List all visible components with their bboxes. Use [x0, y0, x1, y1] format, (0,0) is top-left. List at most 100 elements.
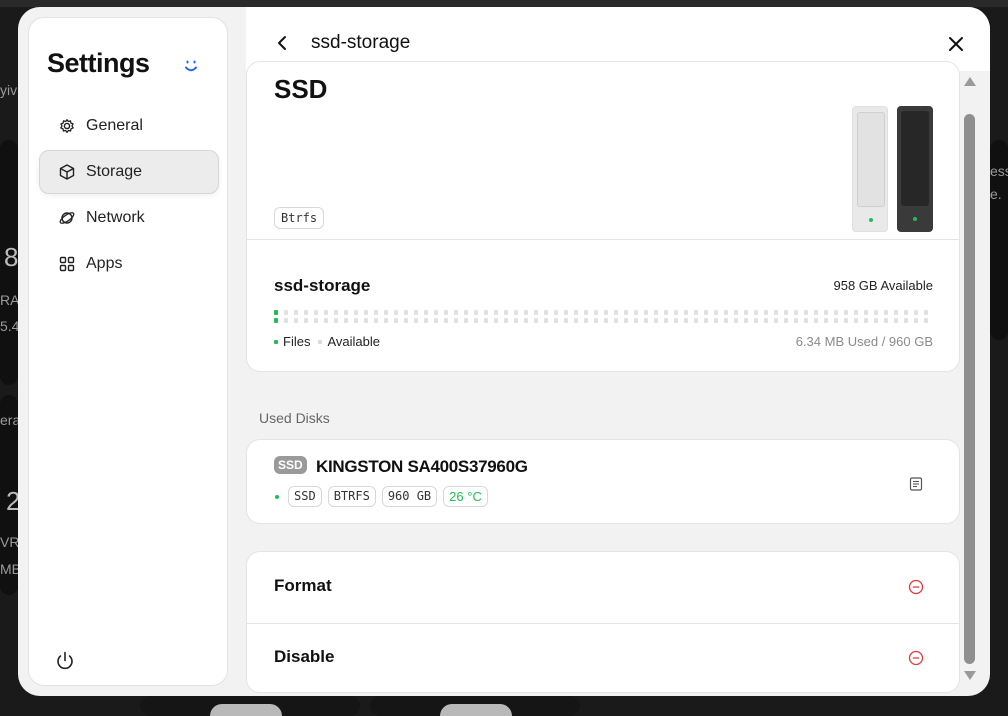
usage-segment — [784, 310, 788, 315]
usage-segment — [344, 310, 348, 315]
background-text: 5.4 — [0, 318, 20, 334]
disk-chip: SSD — [288, 486, 322, 507]
usage-segment — [544, 310, 548, 315]
usage-segment — [344, 318, 348, 323]
usage-segment — [814, 318, 818, 323]
sidebar-item-general[interactable]: General — [39, 104, 219, 148]
usage-segment — [684, 318, 688, 323]
usage-segment — [874, 310, 878, 315]
usage-segment — [374, 318, 378, 323]
pool-available: 958 GB Available — [833, 278, 934, 293]
usage-segment — [744, 318, 748, 323]
chevron-left-icon[interactable] — [274, 34, 290, 52]
sidebar: Settings General Storage Network Apps — [28, 17, 228, 686]
background-tile — [0, 0, 1008, 7]
document-icon[interactable] — [908, 476, 924, 492]
usage-segment — [624, 310, 628, 315]
format-button[interactable]: Format — [247, 552, 959, 623]
usage-segment — [444, 318, 448, 323]
power-icon[interactable] — [54, 650, 76, 672]
storage-content: SSD Btrfs ssd-storage 958 GB Available F… — [246, 61, 990, 696]
legend-files: Files — [274, 334, 310, 349]
usage-segment — [354, 310, 358, 315]
usage-segment — [334, 310, 338, 315]
usage-segment — [494, 310, 498, 315]
usage-segment — [584, 310, 588, 315]
disk-slot-bay — [857, 112, 885, 207]
device-type-title: SSD — [274, 74, 328, 104]
usage-segment — [724, 310, 728, 315]
usage-segment — [564, 310, 568, 315]
usage-segment — [524, 310, 528, 315]
usage-segment — [464, 318, 468, 323]
usage-segment — [654, 318, 658, 323]
usage-segment — [424, 310, 428, 315]
sidebar-item-label: Network — [86, 209, 145, 226]
scroll-up-arrow[interactable] — [964, 77, 976, 86]
usage-segment — [414, 310, 418, 315]
usage-segment — [574, 318, 578, 323]
usage-segment — [404, 318, 408, 323]
usage-segment — [744, 310, 748, 315]
usage-segment — [774, 318, 778, 323]
usage-segment — [404, 310, 408, 315]
sidebar-item-storage[interactable]: Storage — [39, 150, 219, 194]
usage-segment — [574, 310, 578, 315]
disk-slot-empty — [852, 106, 888, 232]
scrollbar[interactable] — [962, 71, 978, 696]
filesystem-badge: Btrfs — [274, 207, 325, 229]
usage-segment — [534, 318, 538, 323]
usage-segment — [864, 310, 868, 315]
disk-slot-active[interactable] — [897, 106, 933, 232]
usage-segment — [604, 318, 608, 323]
usage-segment — [354, 318, 358, 323]
legend-available-label: Available — [327, 334, 380, 349]
usage-segment — [614, 310, 618, 315]
background-pill — [440, 704, 512, 716]
usage-segment — [514, 318, 518, 323]
usage-segment — [314, 318, 318, 323]
usage-segment — [304, 318, 308, 323]
usage-segment — [854, 310, 858, 315]
usage-segment — [694, 318, 698, 323]
usage-segment — [894, 310, 898, 315]
usage-segment — [914, 318, 918, 323]
usage-segment — [844, 318, 848, 323]
disk-type-tag: SSD — [274, 456, 307, 474]
gear-icon — [60, 119, 74, 133]
disk-slot-bay — [901, 111, 929, 206]
cube-icon — [59, 164, 75, 180]
scroll-down-arrow[interactable] — [964, 671, 976, 680]
minus-circle-icon — [908, 579, 924, 595]
usage-segment — [544, 318, 548, 323]
usage-segment — [314, 310, 318, 315]
usage-segment — [324, 318, 328, 323]
disk-card[interactable]: SSD KINGSTON SA400S37960G SSD BTRFS 960 … — [246, 439, 960, 524]
pool-name: ssd-storage — [274, 276, 371, 295]
usage-segment — [884, 318, 888, 323]
usage-segment — [764, 310, 768, 315]
usage-segment — [754, 310, 758, 315]
page-title: ssd-storage — [311, 32, 411, 53]
usage-segment — [394, 318, 398, 323]
disk-actions-card: Format Disable — [246, 551, 960, 693]
usage-segment — [904, 310, 908, 315]
sidebar-item-apps[interactable]: Apps — [39, 242, 219, 286]
usage-segment — [894, 318, 898, 323]
usage-segment — [334, 318, 338, 323]
disable-label: Disable — [274, 647, 335, 666]
close-icon[interactable] — [947, 35, 965, 53]
usage-segment — [284, 310, 288, 315]
usage-segment — [474, 318, 478, 323]
settings-dialog: Settings General Storage Network Apps ss… — [18, 7, 990, 696]
storage-pool-card: SSD Btrfs ssd-storage 958 GB Available F… — [246, 61, 960, 372]
sidebar-item-network[interactable]: Network — [39, 196, 219, 240]
background-text: ess — [990, 163, 1008, 179]
usage-segment — [864, 318, 868, 323]
disable-button[interactable]: Disable — [247, 623, 959, 692]
usage-segment — [684, 310, 688, 315]
usage-segment — [384, 318, 388, 323]
usage-segment — [924, 310, 928, 315]
scroll-thumb[interactable] — [964, 114, 975, 664]
usage-segment — [904, 318, 908, 323]
